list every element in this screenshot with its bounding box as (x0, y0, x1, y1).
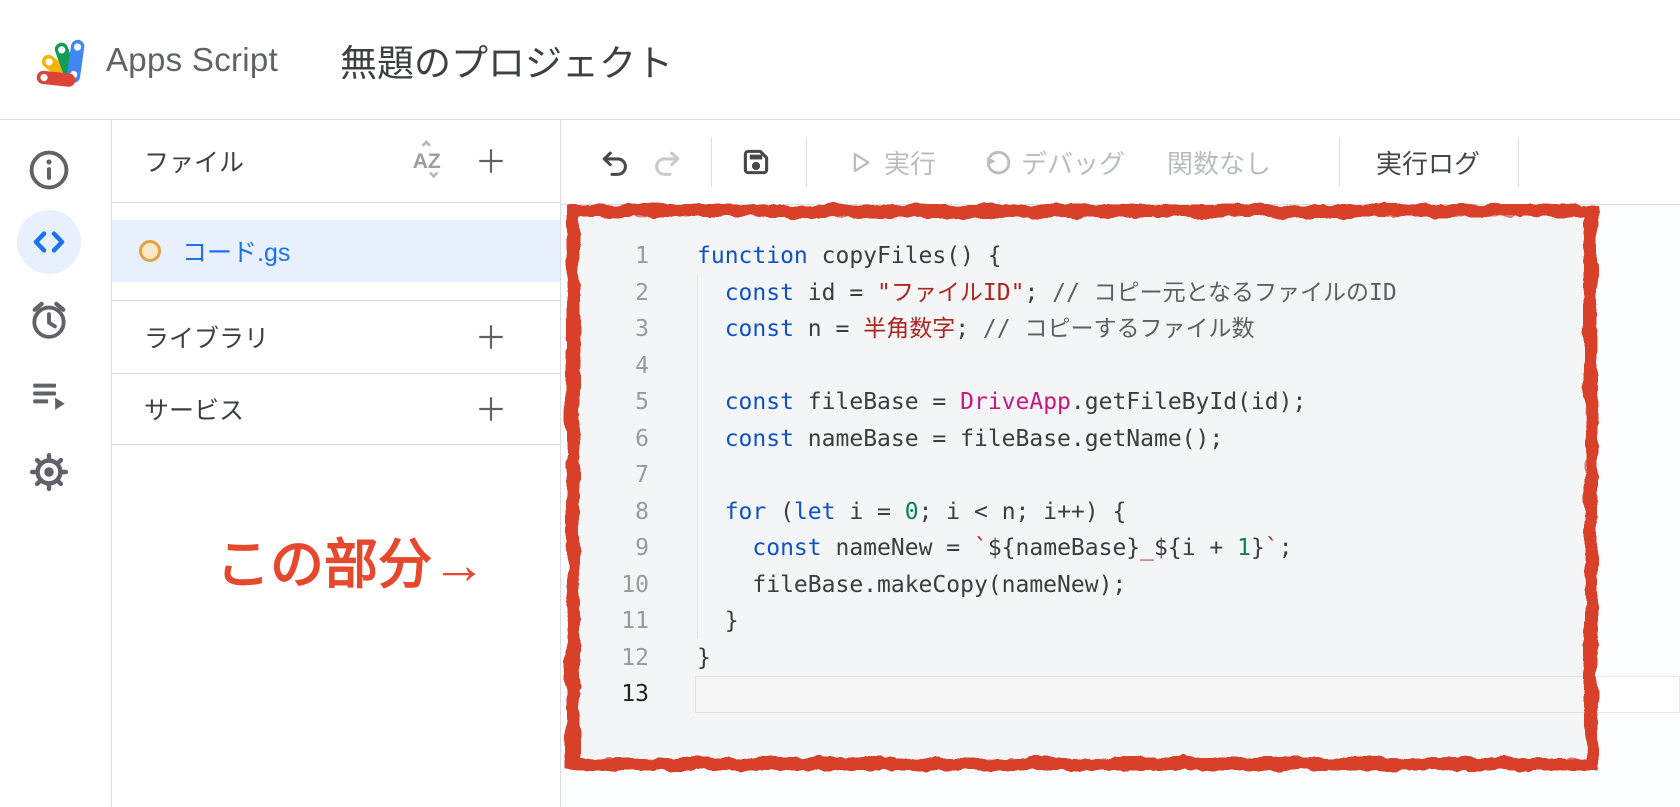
file-name: コード.gs (182, 233, 290, 269)
run-label: 実行 (884, 144, 936, 181)
settings-nav-button[interactable] (25, 448, 73, 496)
line-number: 1 (561, 238, 649, 275)
services-section: サービス (112, 373, 560, 445)
toolbar-divider (711, 137, 712, 187)
editor-nav-button[interactable] (17, 210, 81, 274)
files-panel: ファイル AZ コード.gs ライブラリ (112, 120, 561, 807)
services-title: サービス (144, 391, 244, 427)
left-rail (0, 120, 112, 807)
execution-log-button[interactable]: 実行ログ (1376, 144, 1480, 181)
add-service-button[interactable] (476, 394, 506, 424)
line-number: 5 (561, 384, 649, 421)
code-line-4[interactable]: 4 (561, 348, 1680, 385)
libraries-section: ライブラリ (112, 300, 560, 373)
az-sort-icon: AZ (410, 138, 450, 180)
unsaved-circle-icon (139, 240, 161, 262)
line-number: 6 (561, 421, 649, 458)
annotation-this-part: この部分→ (112, 520, 560, 599)
code-line-2[interactable]: 2 const id = "ファイルID"; // コピー元となるファイルのID (561, 275, 1680, 312)
save-icon (739, 145, 773, 179)
toolbar-divider (806, 137, 807, 187)
debug-label: デバッグ (1021, 144, 1125, 181)
apps-script-logo (33, 31, 91, 89)
code-line-10[interactable]: 10 fileBase.makeCopy(nameNew); (561, 567, 1680, 604)
line-number: 12 (561, 640, 649, 677)
file-row-code-gs[interactable]: コード.gs (112, 220, 560, 282)
code-line-content: fileBase.makeCopy(nameNew); (695, 567, 1126, 604)
libraries-title: ライブラリ (144, 319, 269, 355)
add-library-button[interactable] (476, 322, 506, 352)
code-line-13[interactable]: 13 (561, 676, 1680, 713)
files-panel-header: ファイル AZ (112, 120, 560, 203)
code-line-content: const id = "ファイルID"; // コピー元となるファイルのID (695, 275, 1397, 312)
debug-button[interactable]: デバッグ (982, 144, 1125, 181)
line-number: 11 (561, 603, 649, 640)
save-button[interactable] (739, 145, 773, 179)
code-line-6[interactable]: 6 const nameBase = fileBase.getName(); (561, 421, 1680, 458)
code-line-3[interactable]: 3 const n = 半角数字; // コピーするファイル数 (561, 311, 1680, 348)
line-number: 7 (561, 457, 649, 494)
line-number: 2 (561, 275, 649, 312)
code-line-content: const n = 半角数字; // コピーするファイル数 (695, 311, 1254, 348)
app-header: Apps Script 無題のプロジェクト (0, 0, 1680, 120)
line-number: 8 (561, 494, 649, 531)
editor-pane: 実行 デバッグ 関数なし 実行ログ 1 function copyFiles() … (561, 120, 1680, 807)
plus-icon (476, 146, 506, 176)
clock-triggers-icon (27, 298, 71, 342)
project-title[interactable]: 無題のプロジェクト (340, 33, 673, 87)
brand-name: Apps Script (106, 41, 278, 79)
triggers-nav-button[interactable] (25, 296, 73, 344)
svg-text:AZ: AZ (413, 150, 441, 173)
line-number: 10 (561, 567, 649, 604)
toolbar-divider (1339, 137, 1340, 187)
code-line-content (695, 676, 1680, 713)
code-line-content: const fileBase = DriveApp.getFileById(id… (695, 384, 1306, 421)
code-line-5[interactable]: 5 const fileBase = DriveApp.getFileById(… (561, 384, 1680, 421)
executions-list-icon (28, 374, 70, 416)
code-line-9[interactable]: 9 const nameNew = `${nameBase}_${i + 1}`… (561, 530, 1680, 567)
executions-nav-button[interactable] (25, 371, 73, 419)
code-line-content: } (695, 603, 739, 640)
add-file-button[interactable] (476, 146, 506, 176)
redo-icon (650, 146, 683, 179)
code-line-content: const nameNew = `${nameBase}_${i + 1}`; (695, 530, 1293, 567)
indent-guide (697, 274, 698, 639)
line-number: 3 (561, 311, 649, 348)
code-line-7[interactable]: 7 (561, 457, 1680, 494)
line-number: 13 (561, 676, 649, 713)
play-icon (847, 149, 874, 176)
line-number: 9 (561, 530, 649, 567)
code-line-1[interactable]: 1 function copyFiles() { (561, 238, 1680, 275)
code-line-12[interactable]: 12} (561, 640, 1680, 677)
undo-button[interactable] (599, 146, 632, 179)
code-editor-icon (29, 222, 69, 262)
gear-settings-icon (27, 450, 71, 494)
info-icon (27, 148, 71, 192)
code-line-content: } (695, 640, 711, 677)
debug-restart-icon (982, 147, 1013, 178)
code-line-content: const nameBase = fileBase.getName(); (695, 421, 1223, 458)
sort-files-button[interactable]: AZ (410, 138, 450, 185)
run-button[interactable]: 実行 (847, 144, 936, 181)
editor-toolbar: 実行 デバッグ 関数なし 実行ログ (561, 120, 1680, 205)
plus-icon (476, 322, 506, 352)
code-line-11[interactable]: 11 } (561, 603, 1680, 640)
code-line-8[interactable]: 8 for (let i = 0; i < n; i++) { (561, 494, 1680, 531)
code-line-content: for (let i = 0; i < n; i++) { (695, 494, 1126, 531)
overview-nav-button[interactable] (25, 146, 73, 194)
redo-button[interactable] (650, 146, 683, 179)
code-line-content: function copyFiles() { (695, 238, 1002, 275)
toolbar-divider (1518, 137, 1519, 187)
code-editor[interactable]: 1function copyFiles() {2 const id = "ファイ… (561, 205, 1680, 713)
line-number: 4 (561, 348, 649, 385)
function-select[interactable]: 関数なし (1167, 144, 1271, 181)
plus-icon (476, 394, 506, 424)
files-title: ファイル (144, 143, 244, 179)
code-lines: 1function copyFiles() {2 const id = "ファイ… (561, 238, 1680, 713)
undo-icon (599, 146, 632, 179)
